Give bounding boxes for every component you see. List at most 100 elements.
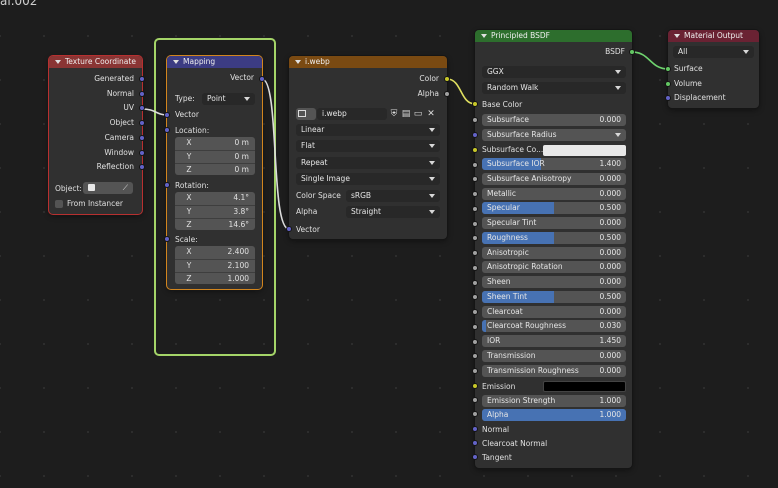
extension-dropdown[interactable]: Repeat bbox=[296, 157, 440, 169]
normal-socket[interactable] bbox=[472, 426, 478, 432]
mapping-vector-input-socket[interactable] bbox=[164, 112, 170, 118]
subsurface-color-swatch[interactable] bbox=[543, 145, 626, 156]
principled-bsdf-node[interactable]: Principled BSDF BSDF GGX Random Walk Bas… bbox=[475, 30, 632, 468]
texcoord-output-socket[interactable] bbox=[139, 134, 145, 141]
bsdf-float-socket[interactable] bbox=[472, 205, 478, 212]
emission-socket[interactable] bbox=[472, 383, 478, 389]
subsurface-ior-field[interactable]: Subsurface IOR 1.400 bbox=[482, 158, 626, 170]
sheen-tint-field[interactable]: Sheen Tint 0.500 bbox=[482, 290, 626, 303]
rotation-x-field[interactable]: X 4.1° bbox=[175, 192, 255, 204]
anisotropic-field[interactable]: Anisotropic 0.000 bbox=[482, 246, 626, 259]
principled-bsdf-header[interactable]: Principled BSDF bbox=[475, 30, 632, 42]
alpha-mode-dropdown[interactable]: Straight bbox=[346, 206, 440, 218]
anisotropic-rotation-field[interactable]: Anisotropic Rotation 0.000 bbox=[482, 261, 626, 274]
image-alpha-output-socket[interactable] bbox=[444, 91, 450, 97]
open-image-folder-icon[interactable]: ▭ bbox=[413, 109, 423, 119]
mapping-header[interactable]: Mapping bbox=[167, 56, 262, 68]
distribution-dropdown[interactable]: GGX bbox=[482, 66, 626, 78]
render-target-dropdown[interactable]: All bbox=[673, 46, 754, 58]
bsdf-float-socket[interactable] bbox=[472, 368, 478, 374]
location-x-field[interactable]: X 0 m bbox=[175, 137, 255, 149]
interpolation-dropdown[interactable]: Linear bbox=[296, 124, 440, 136]
texcoord-output-socket[interactable] bbox=[139, 149, 145, 156]
clearcoat-normal-socket[interactable] bbox=[472, 440, 478, 446]
bsdf-float-socket[interactable] bbox=[472, 279, 478, 286]
rotation-y-field[interactable]: Y 3.8° bbox=[175, 205, 255, 217]
ior-field[interactable]: IOR 1.450 bbox=[482, 335, 626, 347]
material-output-header[interactable]: Material Output bbox=[668, 30, 759, 42]
projection-dropdown[interactable]: Flat bbox=[296, 140, 440, 152]
from-instancer-checkbox[interactable] bbox=[55, 200, 63, 208]
sheen-field[interactable]: Sheen 0.000 bbox=[482, 276, 626, 288]
material-output-node[interactable]: Material Output All Surface Volume Displ… bbox=[668, 30, 759, 108]
mapping-output-socket[interactable] bbox=[259, 76, 265, 82]
bsdf-output-socket[interactable] bbox=[629, 49, 635, 55]
transmission-roughness-field[interactable]: Transmission Roughness 0.000 bbox=[482, 364, 626, 377]
volume-socket[interactable] bbox=[665, 81, 671, 87]
texcoord-output-socket[interactable] bbox=[139, 90, 145, 97]
tangent-socket[interactable] bbox=[472, 454, 478, 460]
texcoord-output-socket[interactable] bbox=[139, 105, 145, 112]
subsurface-radius-dropdown[interactable]: Subsurface Radius bbox=[482, 129, 626, 141]
image-color-output-socket[interactable] bbox=[444, 76, 450, 82]
texture-coordinate-header[interactable]: Texture Coordinate bbox=[49, 56, 142, 68]
emission-color-swatch[interactable] bbox=[543, 381, 626, 392]
eyedropper-icon[interactable]: ⟋ bbox=[123, 182, 128, 194]
texcoord-output-socket[interactable] bbox=[139, 76, 145, 82]
subsurface-method-dropdown[interactable]: Random Walk bbox=[482, 82, 626, 94]
alpha-socket[interactable] bbox=[472, 411, 478, 417]
unlink-image-close-icon[interactable]: ✕ bbox=[426, 109, 436, 119]
mapping-scale-socket[interactable] bbox=[164, 236, 170, 242]
link-bsdf-to-surface[interactable] bbox=[631, 51, 669, 70]
bsdf-float-socket[interactable] bbox=[472, 250, 478, 256]
subsurface-anisotropy-field[interactable]: Subsurface Anisotropy 0.000 bbox=[482, 172, 626, 185]
scale-fields[interactable]: X 2.400 Y 2.100 Z 1.000 bbox=[175, 246, 255, 284]
emission-strength-socket[interactable] bbox=[472, 397, 478, 403]
texcoord-output-socket[interactable] bbox=[139, 164, 145, 171]
location-z-field[interactable]: Z 0 m bbox=[175, 163, 255, 175]
specular-field[interactable]: Specular 0.500 bbox=[482, 202, 626, 215]
bsdf-float-socket[interactable] bbox=[472, 220, 478, 227]
subsurface-field[interactable]: Subsurface 0.000 bbox=[482, 114, 626, 126]
scale-z-field[interactable]: Z 1.000 bbox=[175, 272, 255, 284]
metallic-field[interactable]: Metallic 0.000 bbox=[482, 187, 626, 200]
bsdf-float-socket[interactable] bbox=[472, 161, 478, 168]
mapping-type-dropdown[interactable]: Point bbox=[202, 93, 255, 105]
image-vector-input-socket[interactable] bbox=[286, 226, 292, 232]
location-y-field[interactable]: Y 0 m bbox=[175, 150, 255, 162]
bsdf-float-socket[interactable] bbox=[472, 323, 478, 330]
bsdf-float-socket[interactable] bbox=[472, 191, 478, 197]
specular-tint-field[interactable]: Specular Tint 0.000 bbox=[482, 217, 626, 229]
image-name-field[interactable]: i.webp bbox=[317, 108, 387, 120]
bsdf-float-socket[interactable] bbox=[472, 309, 478, 315]
scale-y-field[interactable]: Y 2.100 bbox=[175, 259, 255, 271]
mapping-node[interactable]: Mapping Vector Type: Point Vector Locati… bbox=[167, 56, 262, 289]
emission-strength-field[interactable]: Emission Strength 1.000 bbox=[482, 395, 626, 407]
mapping-location-socket[interactable] bbox=[164, 127, 170, 133]
scale-x-field[interactable]: X 2.400 bbox=[175, 246, 255, 258]
bsdf-float-socket[interactable] bbox=[472, 338, 478, 345]
image-browse-button[interactable] bbox=[296, 108, 316, 120]
new-image-icon[interactable]: ▤ bbox=[401, 109, 411, 119]
image-texture-node[interactable]: i.webp Color Alpha i.webp ⛨ ▤ ▭ ✕ Linear… bbox=[289, 56, 447, 239]
location-fields[interactable]: X 0 m Y 0 m Z 0 m bbox=[175, 137, 255, 175]
link-color-to-basecolor[interactable] bbox=[446, 78, 476, 105]
subsurface-socket[interactable] bbox=[472, 117, 478, 123]
alpha-field[interactable]: Alpha 1.000 bbox=[482, 409, 626, 421]
subsurface-radius-socket[interactable] bbox=[472, 132, 478, 138]
transmission-field[interactable]: Transmission 0.000 bbox=[482, 349, 626, 362]
base-color-socket[interactable] bbox=[472, 101, 478, 107]
source-dropdown[interactable]: Single Image bbox=[296, 173, 440, 185]
texture-coordinate-node[interactable]: Texture Coordinate Generated Normal UV Obje… bbox=[49, 56, 142, 214]
surface-socket[interactable] bbox=[665, 66, 671, 72]
bsdf-float-socket[interactable] bbox=[472, 264, 478, 271]
displacement-socket[interactable] bbox=[665, 95, 671, 101]
color-space-dropdown[interactable]: sRGB bbox=[346, 190, 440, 202]
roughness-field[interactable]: Roughness 0.500 bbox=[482, 231, 626, 244]
object-field[interactable]: ⟋ bbox=[83, 182, 133, 194]
image-texture-header[interactable]: i.webp bbox=[289, 56, 447, 68]
mapping-rotation-socket[interactable] bbox=[164, 182, 170, 188]
rotation-fields[interactable]: X 4.1° Y 3.8° Z 14.6° bbox=[175, 192, 255, 230]
clearcoat-field[interactable]: Clearcoat 0.000 bbox=[482, 305, 626, 318]
subsurface-color-socket[interactable] bbox=[472, 147, 478, 153]
